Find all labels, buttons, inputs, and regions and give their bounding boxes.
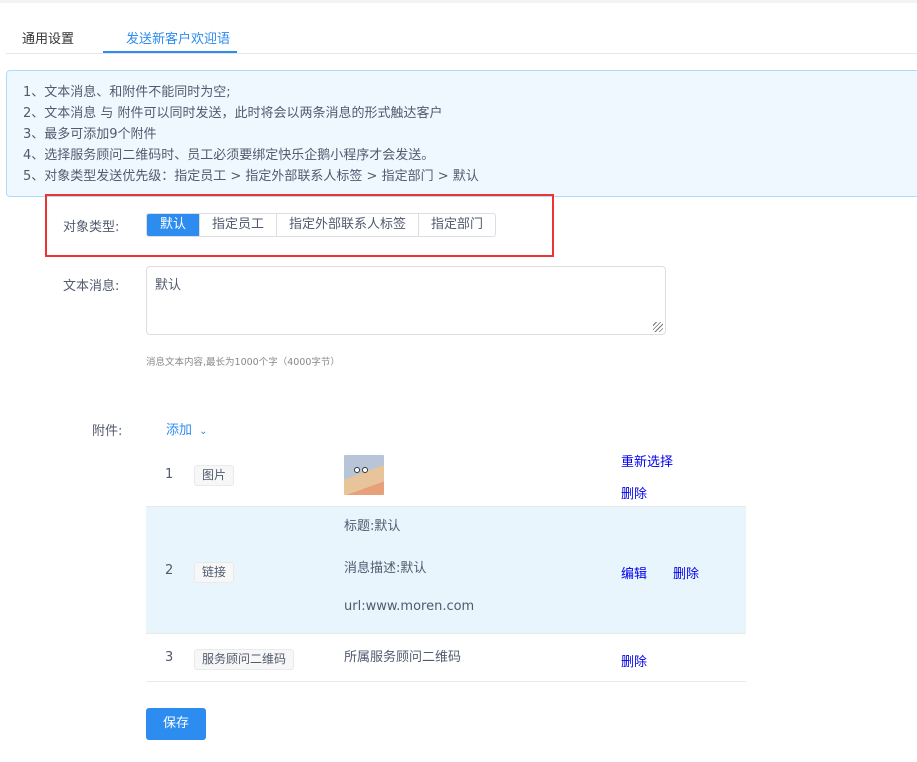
text-message-input[interactable]: 默认 (146, 266, 666, 335)
text-message-label: 文本消息: (63, 279, 120, 294)
text-message-hint: 消息文本内容,最长为1000个字（4000字节） (146, 357, 340, 368)
delete-link[interactable]: 删除 (673, 563, 699, 582)
active-tab-indicator (103, 51, 237, 53)
text-message-value: 默认 (155, 278, 182, 293)
top-bar (0, 0, 917, 3)
target-type-selector: 默认 指定员工 指定外部联系人标签 指定部门 (146, 213, 497, 237)
notice-line: 2、文本消息 与 附件可以同时发送，此时将会以两条消息的形式触达客户 (23, 106, 443, 121)
tab-welcome-message[interactable]: 发送新客户欢迎语 (126, 28, 230, 47)
delete-link[interactable]: 删除 (621, 483, 647, 502)
table-row: 2 链接 标题:默认 消息描述:默认 url:www.moren.com 编辑 … (146, 507, 746, 634)
edit-link[interactable]: 编辑 (621, 563, 647, 582)
type-tag: 图片 (194, 465, 235, 486)
row-index: 2 (165, 563, 174, 578)
add-label: 添加 (166, 423, 193, 438)
row-index: 3 (165, 650, 174, 665)
type-tag: 链接 (194, 562, 235, 583)
save-button[interactable]: 保存 (146, 708, 206, 740)
reselect-link[interactable]: 重新选择 (621, 451, 673, 470)
notice-line: 3、最多可添加9个附件 (23, 127, 157, 142)
resize-handle-icon[interactable] (653, 322, 663, 332)
table-row: 1 图片 重新选择 删除 (146, 447, 746, 507)
attachments-label: 附件: (92, 424, 123, 439)
qrcode-content: 所属服务顾问二维码 (344, 650, 462, 665)
image-thumbnail (344, 455, 384, 495)
row-index: 1 (165, 467, 174, 482)
link-url: url:www.moren.com (344, 599, 475, 614)
chevron-down-icon: ⌄ (199, 426, 208, 437)
add-attachment-dropdown[interactable]: 添加 ⌄ (166, 419, 208, 438)
tab-bar: 通用设置 发送新客户欢迎语 (6, 24, 917, 54)
notice-line: 5、对象类型发送优先级：指定员工 > 指定外部联系人标签 > 指定部门 > 默认 (23, 169, 479, 184)
notice-box: 1、文本消息、和附件不能同时为空; 2、文本消息 与 附件可以同时发送，此时将会… (6, 70, 917, 197)
notice-line: 1、文本消息、和附件不能同时为空; (23, 85, 231, 100)
delete-link[interactable]: 删除 (621, 651, 647, 670)
link-title: 标题:默认 (344, 519, 401, 534)
link-description: 消息描述:默认 (344, 561, 427, 576)
notice-line: 4、选择服务顾问二维码时、员工必须要绑定快乐企鹅小程序才会发送。 (23, 148, 435, 163)
target-type-tag[interactable]: 指定外部联系人标签 (276, 214, 418, 236)
tab-general-settings[interactable]: 通用设置 (22, 28, 74, 47)
attachments-table: 1 图片 重新选择 删除 2 链接 标题:默认 消息描述:默认 url:www.… (146, 447, 746, 682)
table-row: 3 服务顾问二维码 所属服务顾问二维码 删除 (146, 634, 746, 682)
type-tag: 服务顾问二维码 (194, 649, 295, 670)
target-type-staff[interactable]: 指定员工 (199, 214, 276, 236)
target-type-department[interactable]: 指定部门 (418, 214, 495, 236)
target-type-label: 对象类型: (63, 220, 120, 235)
target-type-default[interactable]: 默认 (147, 214, 200, 236)
